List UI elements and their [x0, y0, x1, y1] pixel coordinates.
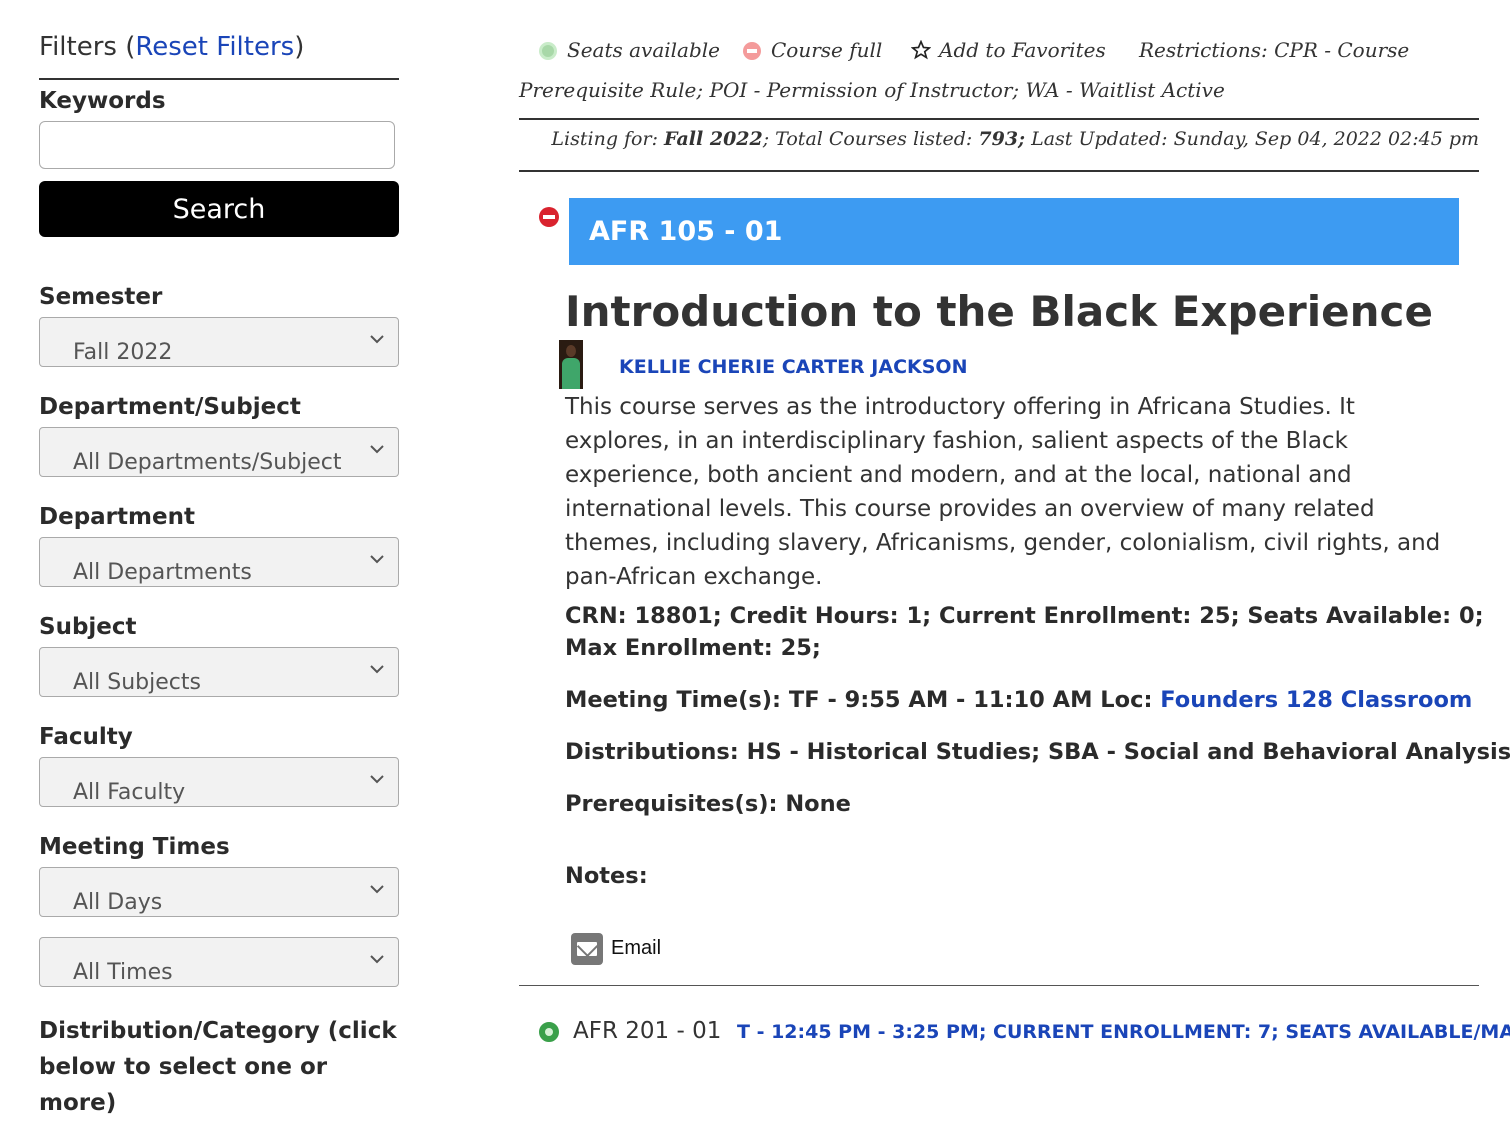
last-updated-value: Sunday, Sep 04, 2022 02:45 pm [1173, 128, 1479, 150]
prerequisites: Prerequisites(s): None [565, 791, 851, 817]
course-divider [519, 985, 1479, 986]
seats-available-icon [539, 1022, 559, 1042]
semester-select-value: Fall 2022 [73, 340, 173, 365]
chevron-down-icon [370, 555, 384, 564]
semester-label: Semester [39, 284, 163, 310]
legend-restrictions: Restrictions: CPR - Course [1139, 38, 1410, 62]
email-link[interactable]: Email [611, 937, 661, 960]
listing-info: Listing for: Fall 2022; Total Courses li… [519, 128, 1479, 150]
subject-select[interactable]: All Subjects [39, 647, 399, 697]
chevron-down-icon [370, 885, 384, 894]
keywords-input[interactable] [39, 121, 395, 169]
listing-semester: Fall 2022 [664, 128, 763, 150]
listing-bottom-divider [519, 170, 1479, 172]
course-full-text: Course full [771, 38, 883, 62]
next-course-meta[interactable]: T - 12:45 PM - 3:25 PM; CURRENT ENROLLME… [737, 1021, 1510, 1043]
legend-seats-available: Seats available [539, 38, 720, 62]
add-favorites-text: Add to Favorites [939, 38, 1106, 62]
times-select-value: All Times [73, 960, 173, 985]
location-link[interactable]: Founders 128 Classroom [1160, 687, 1472, 713]
email-icon[interactable] [571, 933, 603, 965]
days-select-value: All Days [73, 890, 163, 915]
listing-top-divider [519, 118, 1479, 120]
notes-label: Notes: [565, 863, 648, 889]
chevron-down-icon [370, 445, 384, 454]
instructor-avatar [559, 340, 583, 389]
legend-restrictions-cont: Prerequisite Rule; POI - Permission of I… [519, 78, 1225, 102]
keywords-label: Keywords [39, 88, 166, 114]
chevron-down-icon [370, 335, 384, 344]
enrollment-info: CRN: 18801; Credit Hours: 1; Current Enr… [565, 600, 1484, 664]
dept-subject-select-value: All Departments/Subject [73, 450, 342, 475]
department-select-value: All Departments [73, 560, 252, 585]
seats-available-text: Seats available [567, 38, 721, 62]
faculty-label: Faculty [39, 724, 133, 750]
filters-heading: Filters (Reset Filters) [39, 32, 305, 62]
reset-filters-link[interactable]: Reset Filters [135, 32, 294, 62]
seats-available-icon [539, 42, 557, 60]
subject-label: Subject [39, 614, 137, 640]
faculty-select[interactable]: All Faculty [39, 757, 399, 807]
subject-select-value: All Subjects [73, 670, 201, 695]
distributions: Distributions: HS - Historical Studies; … [565, 739, 1510, 765]
total-courses: 793; [978, 128, 1026, 150]
department-select[interactable]: All Departments [39, 537, 399, 587]
legend-add-favorites[interactable]: Add to Favorites [910, 38, 1106, 62]
course-code-header[interactable]: AFR 105 - 01 [569, 198, 1459, 265]
faculty-select-value: All Faculty [73, 780, 186, 805]
legend-course-full: Course full [743, 38, 882, 62]
distribution-label: Distribution/Category (click below to se… [39, 1018, 397, 1116]
listing-for-label: Listing for: [551, 128, 658, 150]
department-label: Department [39, 504, 195, 530]
enrollment-line-1: CRN: 18801; Credit Hours: 1; Current Enr… [565, 603, 1484, 629]
chevron-down-icon [370, 665, 384, 674]
meeting-time-text: Meeting Time(s): TF - 9:55 AM - 11:10 AM… [565, 687, 1161, 713]
days-select[interactable]: All Days [39, 867, 399, 917]
times-select[interactable]: All Times [39, 937, 399, 987]
instructor-link[interactable]: KELLIE CHERIE CARTER JACKSON [619, 356, 968, 378]
next-course-code[interactable]: AFR 201 - 01 [573, 1018, 721, 1044]
meeting-times: Meeting Time(s): TF - 9:55 AM - 11:10 AM… [565, 684, 1472, 716]
course-full-icon [539, 207, 559, 227]
total-label: ; Total Courses listed: [762, 128, 973, 150]
course-description: This course serves as the introductory o… [565, 394, 1441, 590]
filters-label: Filters [39, 32, 117, 62]
dept-subject-select[interactable]: All Departments/Subject [39, 427, 399, 477]
last-updated-label: Last Updated: [1031, 128, 1168, 150]
chevron-down-icon [370, 775, 384, 784]
chevron-down-icon [370, 955, 384, 964]
search-button[interactable]: Search [39, 181, 399, 237]
course-title: Introduction to the Black Experience [565, 287, 1433, 336]
semester-select[interactable]: Fall 2022 [39, 317, 399, 367]
dept-subject-label: Department/Subject [39, 394, 301, 420]
star-icon [910, 39, 932, 60]
enrollment-line-2: Max Enrollment: 25; [565, 635, 821, 661]
meeting-times-label: Meeting Times [39, 834, 230, 860]
course-full-icon [743, 42, 761, 60]
filters-divider [39, 78, 399, 80]
